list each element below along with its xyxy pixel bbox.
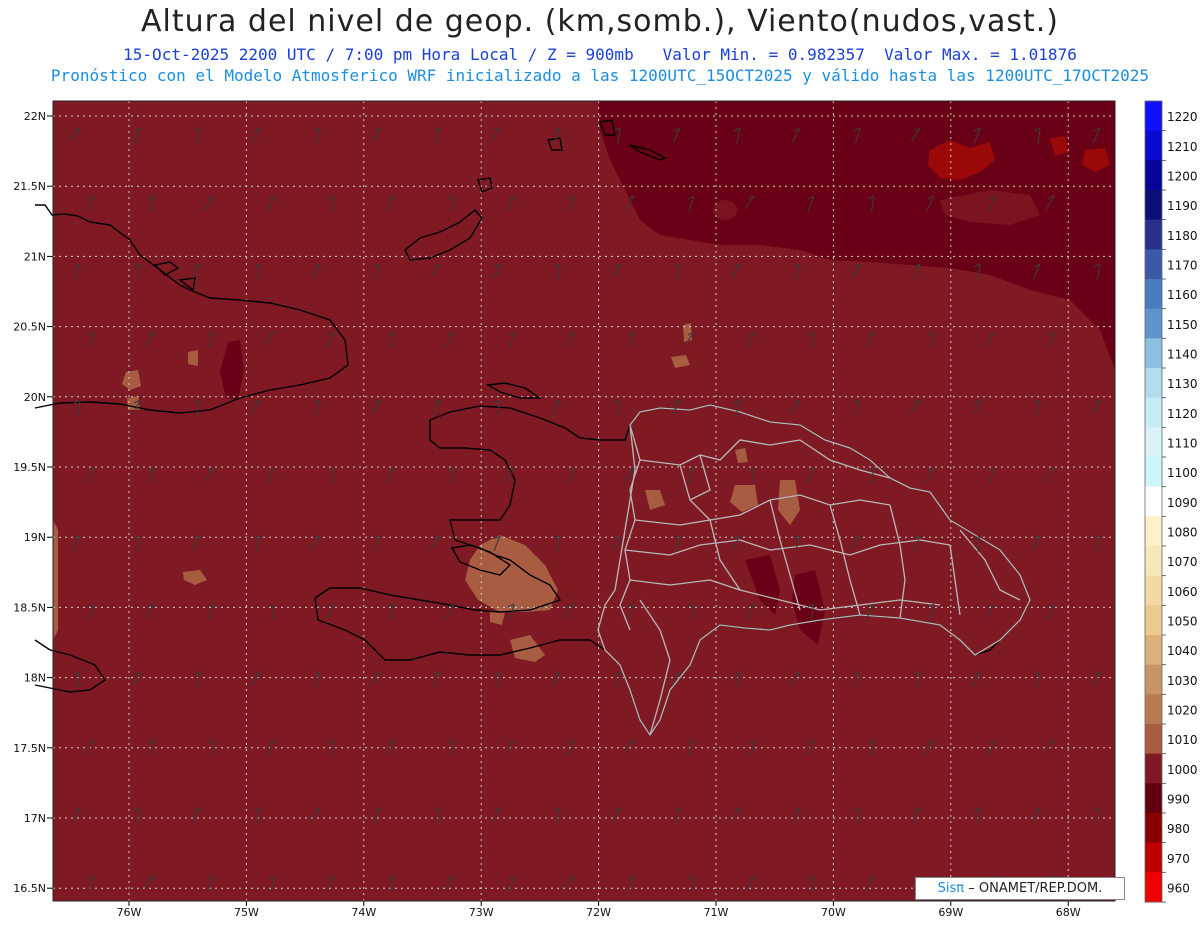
colorbar-label: 1060 [1167, 585, 1198, 599]
colorbar-swatch [1145, 694, 1162, 725]
lon-label: 73W [469, 906, 494, 919]
colorbar-label: 980 [1167, 822, 1190, 836]
lat-label: 21.5N [13, 180, 46, 193]
colorbar-swatch [1145, 368, 1162, 399]
lat-label: 19.5N [13, 461, 46, 474]
colorbar-swatch [1145, 308, 1162, 339]
colorbar-swatch [1145, 249, 1162, 280]
colorbar-swatch [1145, 190, 1162, 221]
colorbar-label: 960 [1167, 882, 1190, 896]
colorbar-swatch [1145, 338, 1162, 369]
map-canvas: 22N 21.5N 21N 20.5N 20N 19.5N 19N 18.5N 18N 17.5N… [13, 100, 1198, 919]
colorbar-swatch [1145, 635, 1162, 666]
colorbar-swatch [1145, 427, 1162, 458]
colorbar-label: 1190 [1167, 199, 1198, 213]
lon-label: 74W [351, 906, 376, 919]
colorbar-label: 990 [1167, 793, 1190, 807]
colorbar-swatch [1145, 279, 1162, 310]
colorbar-swatch [1145, 575, 1162, 606]
colorbar-label: 1010 [1167, 733, 1198, 747]
colorbar-label: 1070 [1167, 555, 1198, 569]
lat-label: 19N [24, 531, 46, 544]
longitude-labels: 76W 75W 74W 73W 72W 71W 70W 69W 68W [117, 901, 1081, 919]
colorbar-label: 1050 [1167, 615, 1198, 629]
colorbar-label: 1140 [1167, 348, 1198, 362]
lat-label: 21N [24, 250, 46, 263]
lat-label: 20N [24, 391, 46, 404]
colorbar-swatch [1145, 546, 1162, 577]
colorbar-swatch [1145, 783, 1162, 814]
colorbar-label: 1100 [1167, 466, 1198, 480]
colorbar-label: 1160 [1167, 288, 1198, 302]
lon-label: 69W [938, 906, 963, 919]
colorbar-label: 1090 [1167, 496, 1198, 510]
lon-label: 72W [586, 906, 611, 919]
colorbar-swatch [1145, 664, 1162, 695]
colorbar-label: 1030 [1167, 674, 1198, 688]
colorbar-swatch [1145, 516, 1162, 547]
colorbar-swatch [1145, 724, 1162, 755]
brand-logo: Sisπ [937, 881, 965, 896]
lon-label: 68W [1056, 906, 1081, 919]
lat-label: 22N [24, 110, 46, 123]
lat-label: 17N [24, 812, 46, 825]
colorbar-swatch [1145, 457, 1162, 488]
colorbar-label: 1150 [1167, 318, 1198, 332]
colorbar-swatch [1145, 160, 1162, 191]
lat-label: 20.5N [13, 321, 46, 334]
colorbar-swatch [1145, 219, 1162, 250]
lon-label: 70W [821, 906, 846, 919]
lon-label: 75W [234, 906, 259, 919]
lon-label: 71W [704, 906, 729, 919]
lat-label: 16.5N [13, 882, 46, 895]
colorbar-label: 1130 [1167, 377, 1198, 391]
lat-label: 17.5N [13, 742, 46, 755]
left-edge-patch [53, 520, 58, 640]
lat-label: 18.5N [13, 601, 46, 614]
lat-label: 18N [24, 672, 46, 685]
latitude-labels: 22N 21.5N 21N 20.5N 20N 19.5N 19N 18.5N 18N 17.5N… [13, 110, 53, 895]
colorbar-swatch [1145, 486, 1162, 517]
colorbar-swatch [1145, 753, 1162, 784]
org-name: – ONAMET/REP.DOM. [968, 881, 1103, 896]
colorbar-swatch [1145, 397, 1162, 428]
colorbar-label: 1180 [1167, 229, 1198, 243]
colorbar-swatch [1145, 605, 1162, 636]
colorbar-swatch [1145, 101, 1162, 132]
colorbar-swatch [1145, 872, 1162, 903]
credit-box: Sisπ – ONAMET/REP.DOM. [915, 877, 1125, 900]
mid-patch [713, 200, 737, 220]
lon-label: 76W [117, 906, 142, 919]
colorbar-label: 1110 [1167, 437, 1198, 451]
colorbar-label: 1080 [1167, 526, 1198, 540]
colorbar-label: 1210 [1167, 140, 1198, 154]
colorbar-label: 1200 [1167, 170, 1198, 184]
colorbar-label: 1170 [1167, 259, 1198, 273]
colorbar-swatch [1145, 813, 1162, 844]
colorbar-label: 1000 [1167, 763, 1198, 777]
colorbar-label: 1020 [1167, 704, 1198, 718]
colorbar-label: 1120 [1167, 407, 1198, 421]
colorbar-swatch [1145, 130, 1162, 161]
colorbar-swatch [1145, 842, 1162, 873]
colorbar-label: 970 [1167, 852, 1190, 866]
colorbar-label: 1220 [1167, 110, 1198, 124]
colorbar: 1220 1210 1200 1190 1180 1170 1160 1150 1140 1130… [1144, 100, 1198, 903]
colorbar-label: 1040 [1167, 644, 1198, 658]
